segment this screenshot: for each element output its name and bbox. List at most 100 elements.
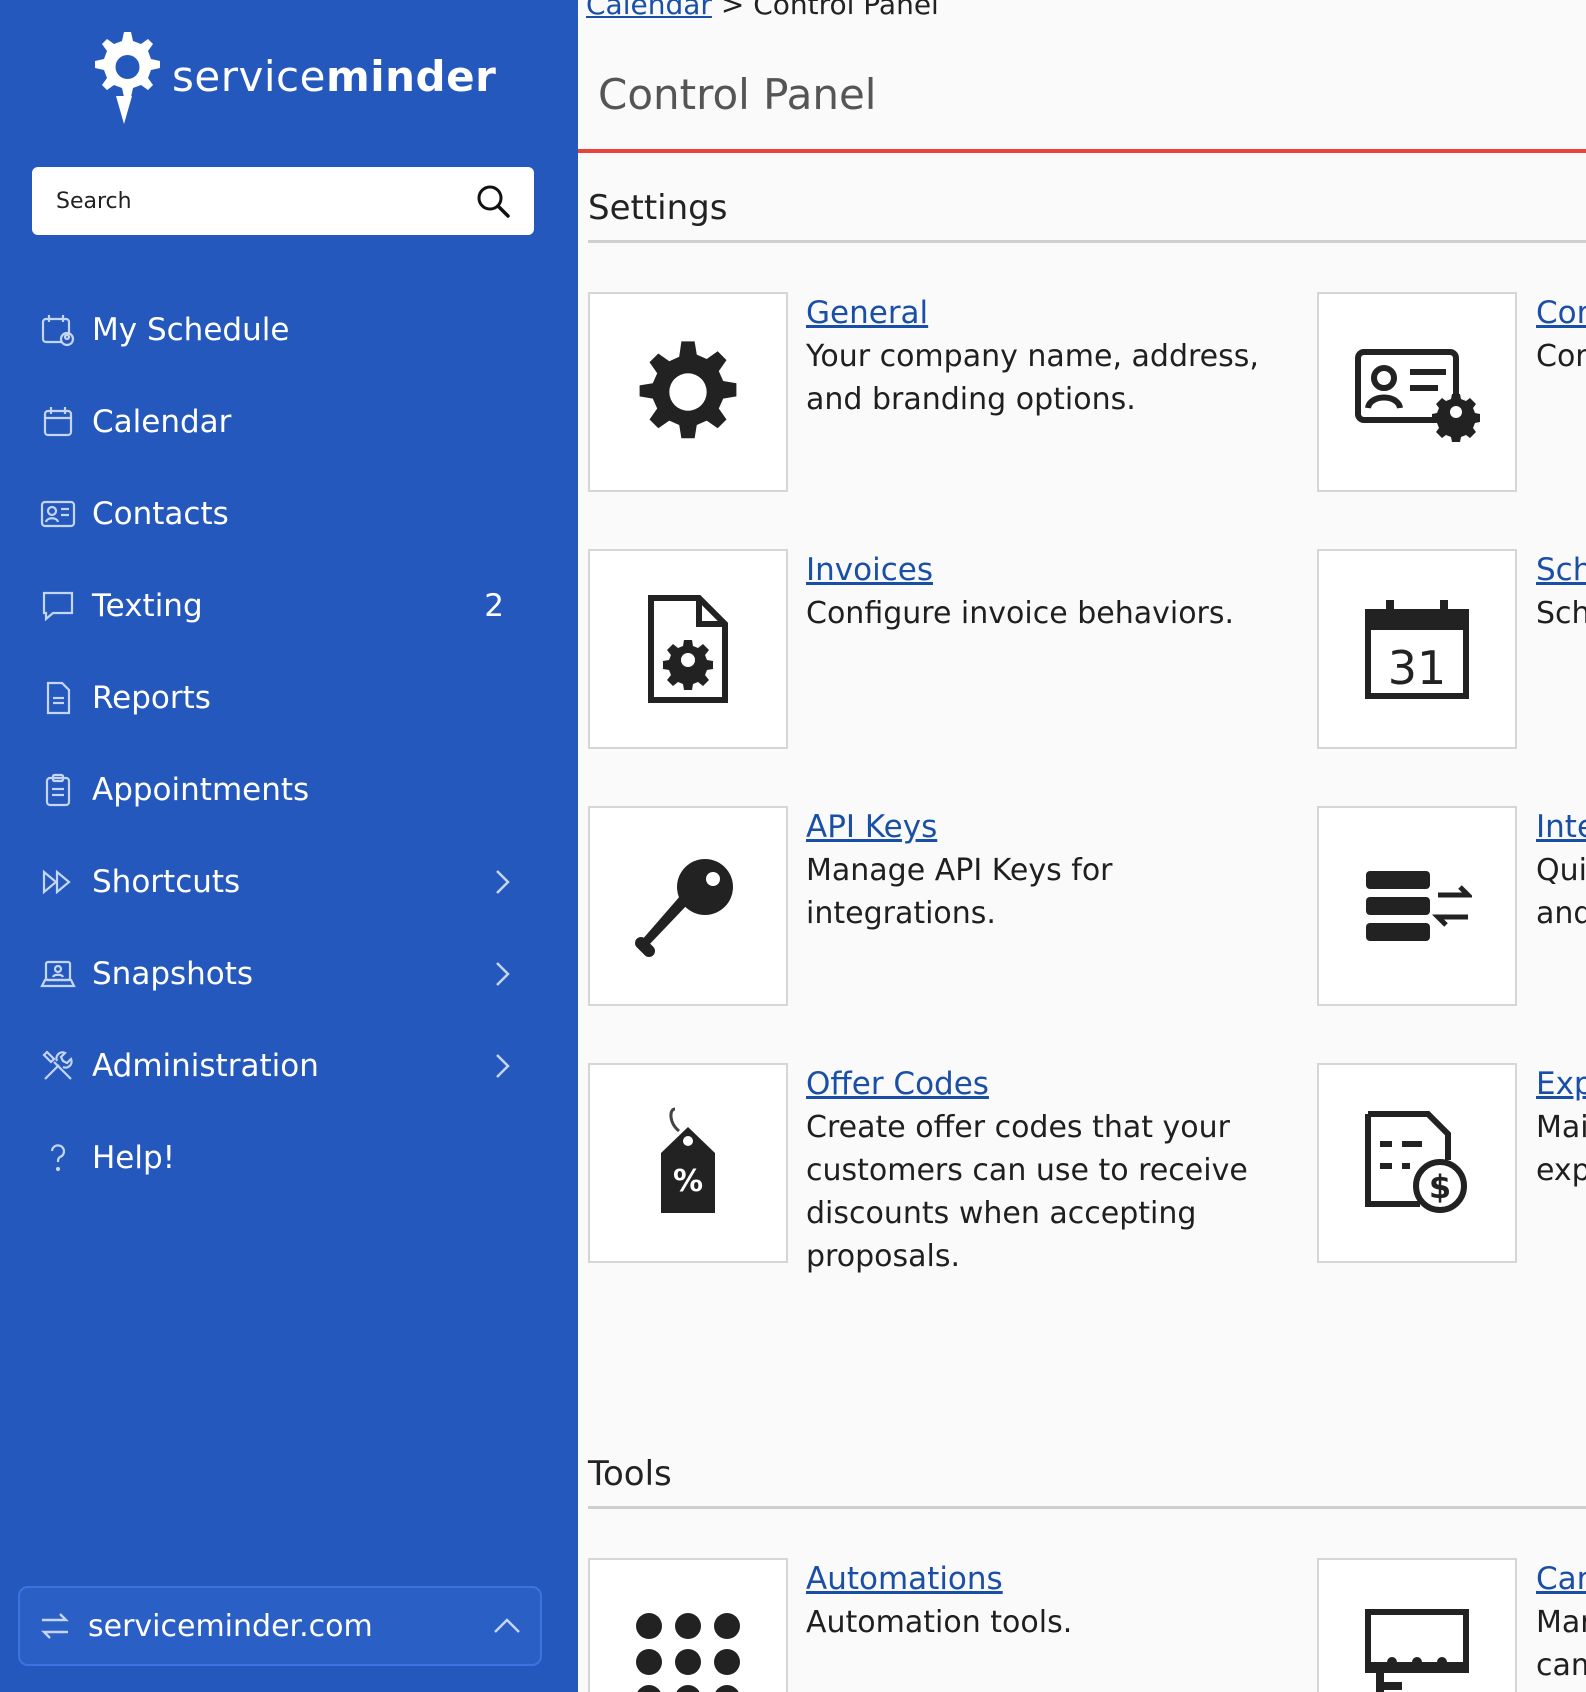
logo-gear-pin-icon — [95, 32, 160, 124]
svg-text:31: 31 — [1388, 641, 1447, 695]
tile-scheduling[interactable]: 31 — [1317, 549, 1517, 749]
key-icon — [635, 859, 733, 957]
nav-label: Contacts — [92, 496, 229, 532]
chevron-right-icon[interactable] — [488, 867, 518, 897]
brand-name: serviceminder — [172, 51, 497, 101]
desc-api-keys: Manage API Keys for integrations. — [806, 853, 1113, 931]
nav-item-reports[interactable]: Reports — [0, 652, 578, 744]
link-contact-settings[interactable]: Cor — [1536, 292, 1586, 335]
tile-api-keys[interactable] — [588, 806, 788, 1006]
calendar-icon — [38, 402, 78, 442]
nav-item-my-schedule[interactable]: My Schedule — [0, 284, 578, 376]
expense-document-icon: $ — [1365, 1111, 1467, 1213]
breadcrumb-separator: > — [720, 0, 745, 21]
contact-card-settings-icon — [1355, 349, 1480, 442]
tools-icon — [38, 1046, 78, 1086]
nav-item-appointments[interactable]: Appointments — [0, 744, 578, 836]
account-switcher[interactable]: serviceminder.com — [18, 1586, 542, 1666]
desc-automations: Automation tools. — [806, 1605, 1073, 1640]
link-automations[interactable]: Automations — [806, 1558, 1276, 1601]
tile-expenses[interactable]: $ — [1317, 1063, 1517, 1263]
nav-item-texting[interactable]: Texting 2 — [0, 560, 578, 652]
nav-label: Reports — [92, 680, 211, 716]
search-input[interactable] — [56, 188, 476, 214]
server-sync-icon — [1366, 871, 1472, 941]
tile-info-campaigns: Car Mar cam — [1536, 1558, 1586, 1687]
tile-campaigns[interactable] — [1317, 1558, 1517, 1692]
tile-invoices[interactable] — [588, 549, 788, 749]
calendar-31-icon: 31 — [1365, 600, 1469, 699]
swap-arrows-icon — [41, 1613, 69, 1639]
tile-contact-settings[interactable] — [1317, 292, 1517, 492]
tile-info-scheduling: Sch Sch — [1536, 549, 1586, 635]
tile-automations[interactable] — [588, 1558, 788, 1692]
nav-item-shortcuts[interactable]: Shortcuts — [0, 836, 578, 928]
nav-label: My Schedule — [92, 312, 290, 348]
report-document-icon — [38, 678, 78, 718]
link-scheduling[interactable]: Sch — [1536, 549, 1586, 592]
clipboard-icon — [38, 770, 78, 810]
billboard-icon — [1365, 1609, 1469, 1692]
svg-text:%: % — [673, 1164, 703, 1199]
section-divider — [588, 240, 1586, 243]
tile-integrations[interactable] — [1317, 806, 1517, 1006]
section-title-settings: Settings — [588, 188, 728, 228]
nav-item-help[interactable]: Help! — [0, 1112, 578, 1204]
nav-label: Help! — [92, 1140, 176, 1176]
tile-info-automations: Automations Automation tools. — [806, 1558, 1276, 1644]
tile-info-contact-settings: Cor Cor — [1536, 292, 1586, 378]
dot-grid-icon — [636, 1613, 740, 1692]
invoice-settings-icon — [648, 595, 728, 703]
desc-offer-codes: Create offer codes that your customers c… — [806, 1110, 1248, 1274]
link-invoices[interactable]: Invoices — [806, 549, 1276, 592]
section-divider — [588, 1506, 1586, 1509]
laptop-user-icon — [38, 954, 78, 994]
account-domain: serviceminder.com — [88, 1608, 373, 1644]
breadcrumb-current: Control Panel — [753, 0, 939, 21]
nav-label: Snapshots — [92, 956, 254, 992]
brand-logo[interactable]: serviceminder — [84, 26, 496, 126]
nav-item-snapshots[interactable]: Snapshots — [0, 928, 578, 1020]
chevron-right-icon[interactable] — [488, 959, 518, 989]
nav-label: Administration — [92, 1048, 319, 1084]
breadcrumb-link-calendar[interactable]: Calendar — [586, 0, 712, 21]
link-integrations[interactable]: Inte — [1536, 806, 1586, 849]
tile-info-integrations: Inte Qui and — [1536, 806, 1586, 935]
search-icon[interactable] — [476, 184, 510, 218]
link-api-keys[interactable]: API Keys — [806, 806, 1276, 849]
breadcrumb: Calendar > Control Panel — [586, 0, 939, 21]
question-icon — [38, 1138, 78, 1178]
search-box — [32, 167, 534, 235]
section-title-tools: Tools — [588, 1454, 672, 1494]
tile-offer-codes[interactable]: % — [588, 1063, 788, 1263]
desc-general: Your company name, address, and branding… — [806, 339, 1259, 417]
link-expenses[interactable]: Exp — [1536, 1063, 1586, 1106]
link-campaigns[interactable]: Car — [1536, 1558, 1586, 1601]
nav-item-administration[interactable]: Administration — [0, 1020, 578, 1112]
nav-label: Texting — [92, 588, 203, 624]
chevron-right-icon[interactable] — [488, 1051, 518, 1081]
title-divider — [578, 149, 1586, 153]
page-title: Control Panel — [598, 70, 877, 119]
desc-campaigns: Mar cam — [1536, 1605, 1586, 1683]
tile-info-expenses: Exp Mai exp — [1536, 1063, 1586, 1192]
texting-unread-count: 2 — [484, 588, 504, 624]
calendar-user-icon — [38, 310, 78, 350]
discount-tag-icon: % — [661, 1107, 715, 1213]
tile-info-offer-codes: Offer Codes Create offer codes that your… — [806, 1063, 1276, 1278]
gear-icon — [639, 341, 737, 439]
chevron-up-icon[interactable] — [492, 1616, 522, 1636]
nav-item-contacts[interactable]: Contacts — [0, 468, 578, 560]
tile-info-api-keys: API Keys Manage API Keys for integration… — [806, 806, 1276, 935]
contact-card-icon — [38, 494, 78, 534]
svg-text:$: $ — [1429, 1168, 1451, 1206]
sidebar: serviceminder My Schedule Calendar Conta… — [0, 0, 578, 1692]
nav-item-calendar[interactable]: Calendar — [0, 376, 578, 468]
link-general[interactable]: General — [806, 292, 1276, 335]
chat-bubble-icon — [38, 586, 78, 626]
link-offer-codes[interactable]: Offer Codes — [806, 1063, 1276, 1106]
desc-expenses: Mai exp — [1536, 1110, 1586, 1188]
nav-label: Calendar — [92, 404, 232, 440]
desc-contact-settings: Cor — [1536, 339, 1586, 374]
tile-general[interactable] — [588, 292, 788, 492]
